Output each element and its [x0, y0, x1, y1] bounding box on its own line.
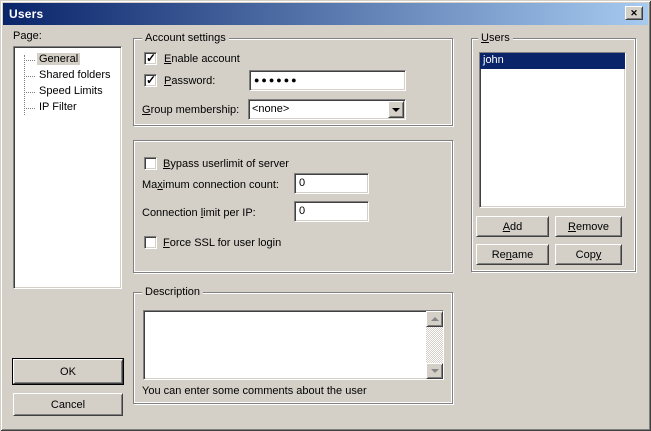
tree-item[interactable]: IP Filter: [16, 100, 119, 116]
users-list-rows: john: [480, 53, 625, 69]
connection-limit-per-ip-input[interactable]: 0: [294, 201, 369, 222]
description-legend: Description: [142, 286, 203, 299]
add-button[interactable]: Add: [476, 216, 549, 237]
users-legend: Users: [478, 32, 513, 45]
description-scrollbar[interactable]: [426, 311, 443, 379]
chevron-down-icon: [392, 108, 400, 116]
connection-limit-per-ip-value: 0: [299, 205, 305, 217]
tree-item-label: General: [37, 53, 80, 65]
account-settings-legend: Account settings: [142, 32, 229, 45]
tree-item[interactable]: Speed Limits: [16, 84, 119, 100]
connection-limit-per-ip-label: Connection limit per IP:: [142, 207, 256, 220]
max-connection-count-input[interactable]: 0: [294, 173, 369, 194]
password-label[interactable]: Password:: [164, 75, 215, 88]
password-masked-value: ●●●●●●: [254, 75, 299, 85]
titlebar[interactable]: Users: [3, 3, 648, 25]
window-title: Users: [3, 7, 43, 21]
tree-item[interactable]: Shared folders: [16, 68, 119, 84]
group-membership-label: Group membership:: [142, 104, 239, 117]
users-dialog: Users ✕ Page: General Shared folders Speed…: [0, 0, 651, 431]
arrow-down-icon: [431, 369, 439, 377]
force-ssl-checkbox[interactable]: [144, 236, 157, 249]
enable-account-label[interactable]: Enable account: [164, 53, 240, 66]
users-listbox[interactable]: john: [479, 52, 626, 208]
page-tree[interactable]: General Shared folders Speed Limits IP Filt…: [13, 46, 122, 289]
force-ssl-label[interactable]: Force SSL for user login: [163, 237, 281, 250]
close-icon: ✕: [630, 8, 638, 18]
max-connection-count-value: 0: [299, 177, 305, 189]
cancel-button[interactable]: Cancel: [13, 393, 123, 416]
copy-button[interactable]: Copy: [555, 244, 622, 265]
users-group: Users john Add Remove Rename Copy: [471, 38, 636, 272]
group-membership-dropdown[interactable]: <none>: [248, 99, 406, 120]
scroll-up-button[interactable]: [426, 311, 443, 327]
scroll-down-button[interactable]: [426, 363, 443, 379]
group-membership-value: <none>: [252, 100, 289, 119]
tree-item[interactable]: General: [16, 52, 119, 68]
page-label: Page:: [13, 30, 42, 43]
enable-account-checkbox[interactable]: [144, 52, 157, 65]
page-tree-rows: General Shared folders Speed Limits IP Filt…: [16, 52, 119, 116]
description-textarea[interactable]: [143, 310, 444, 380]
connection-limits-group: Bypass userlimit of server Maximum conne…: [133, 140, 453, 273]
remove-button[interactable]: Remove: [555, 216, 622, 237]
ok-button[interactable]: OK: [13, 359, 123, 384]
arrow-up-icon: [431, 313, 439, 321]
rename-button[interactable]: Rename: [476, 244, 549, 265]
tree-item-label: Speed Limits: [37, 85, 105, 97]
bypass-userlimit-checkbox[interactable]: [144, 157, 157, 170]
close-button[interactable]: ✕: [625, 6, 643, 20]
tree-item-label: IP Filter: [37, 101, 79, 113]
max-connection-count-label: Maximum connection count:: [142, 179, 279, 192]
description-group: Description You can enter some comments …: [133, 292, 453, 404]
bypass-userlimit-label[interactable]: Bypass userlimit of server: [163, 158, 289, 171]
account-settings-group: Account settings Enable account Password…: [133, 38, 453, 126]
user-list-item[interactable]: john: [480, 53, 625, 69]
dropdown-arrow-button[interactable]: [388, 101, 404, 118]
password-input[interactable]: ●●●●●●: [249, 70, 406, 91]
password-checkbox[interactable]: [144, 74, 157, 87]
description-text: [147, 313, 423, 377]
tree-item-label: Shared folders: [37, 69, 113, 81]
description-hint: You can enter some comments about the us…: [142, 385, 367, 398]
